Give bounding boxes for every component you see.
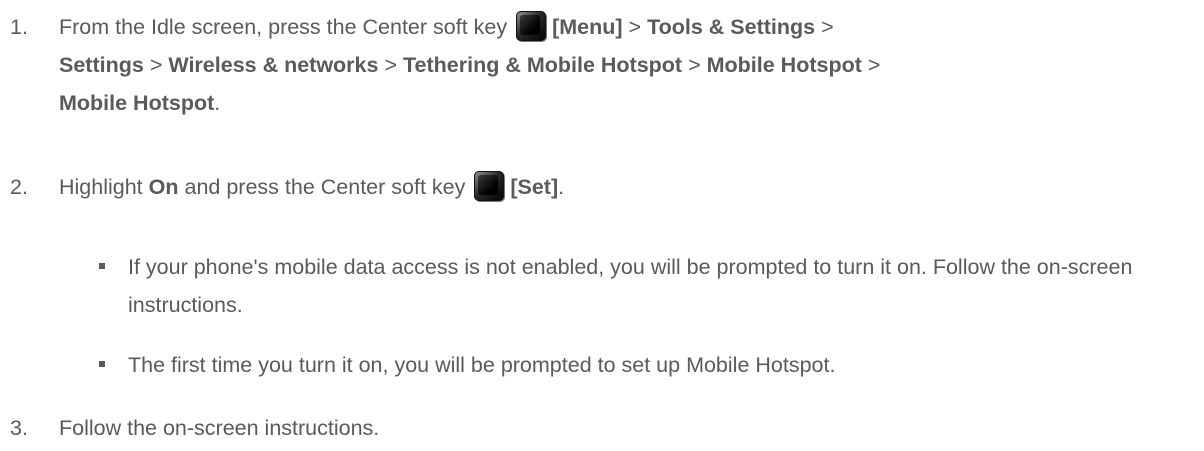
path-separator: >: [384, 53, 398, 77]
menu-path-tools-settings: Tools & Settings: [647, 15, 816, 39]
center-soft-key-icon: [516, 11, 547, 41]
path-separator: >: [867, 53, 881, 77]
bullet-item: The first time you turn it on, you will …: [99, 346, 1189, 384]
step-number: 1.: [10, 15, 28, 39]
set-key-label: [Set]: [510, 175, 559, 199]
menu-key-label: [Menu]: [552, 15, 623, 39]
bullet-text: The first time you turn it on, you will …: [128, 353, 836, 377]
menu-path-mobile-hotspot-final: Mobile Hotspot: [59, 91, 215, 115]
step-2-intro: Highlight: [59, 175, 143, 199]
sentence-end: .: [558, 175, 565, 199]
bullet-marker: [99, 361, 105, 367]
path-separator: >: [688, 53, 701, 77]
step-text: Follow the on-screen instructions.: [59, 416, 380, 440]
step-1-intro: From the Idle screen, press the Center s…: [59, 15, 508, 39]
sentence-end: .: [214, 91, 221, 115]
center-soft-key-icon: [474, 171, 505, 201]
step-3: 3. Follow the on-screen instructions.: [10, 409, 1190, 447]
step-text: From the Idle screen, press the Center s…: [59, 8, 1190, 122]
bullet-text: If your phone's mobile data access is no…: [128, 255, 1133, 317]
step-number: 3.: [10, 416, 28, 440]
path-separator: >: [149, 53, 163, 77]
menu-path-tethering: Tethering & Mobile Hotspot: [403, 53, 683, 77]
bullet-marker: [99, 263, 105, 269]
menu-path-wireless: Wireless & networks: [168, 53, 379, 77]
path-separator: >: [628, 15, 642, 39]
step-2: 2. Highlight On and press the Center sof…: [10, 168, 1190, 206]
step-1: 1. From the Idle screen, press the Cente…: [10, 8, 1190, 122]
on-option: On: [148, 175, 179, 199]
step-number: 2.: [10, 175, 28, 199]
menu-path-mobile-hotspot: Mobile Hotspot: [706, 53, 862, 77]
step-text: Highlight On and press the Center soft k…: [59, 168, 1190, 206]
path-separator: >: [821, 15, 834, 39]
bullet-item: If your phone's mobile data access is no…: [99, 248, 1189, 324]
step-2-middle: and press the Center soft key: [184, 175, 466, 199]
menu-path-settings: Settings: [59, 53, 144, 77]
